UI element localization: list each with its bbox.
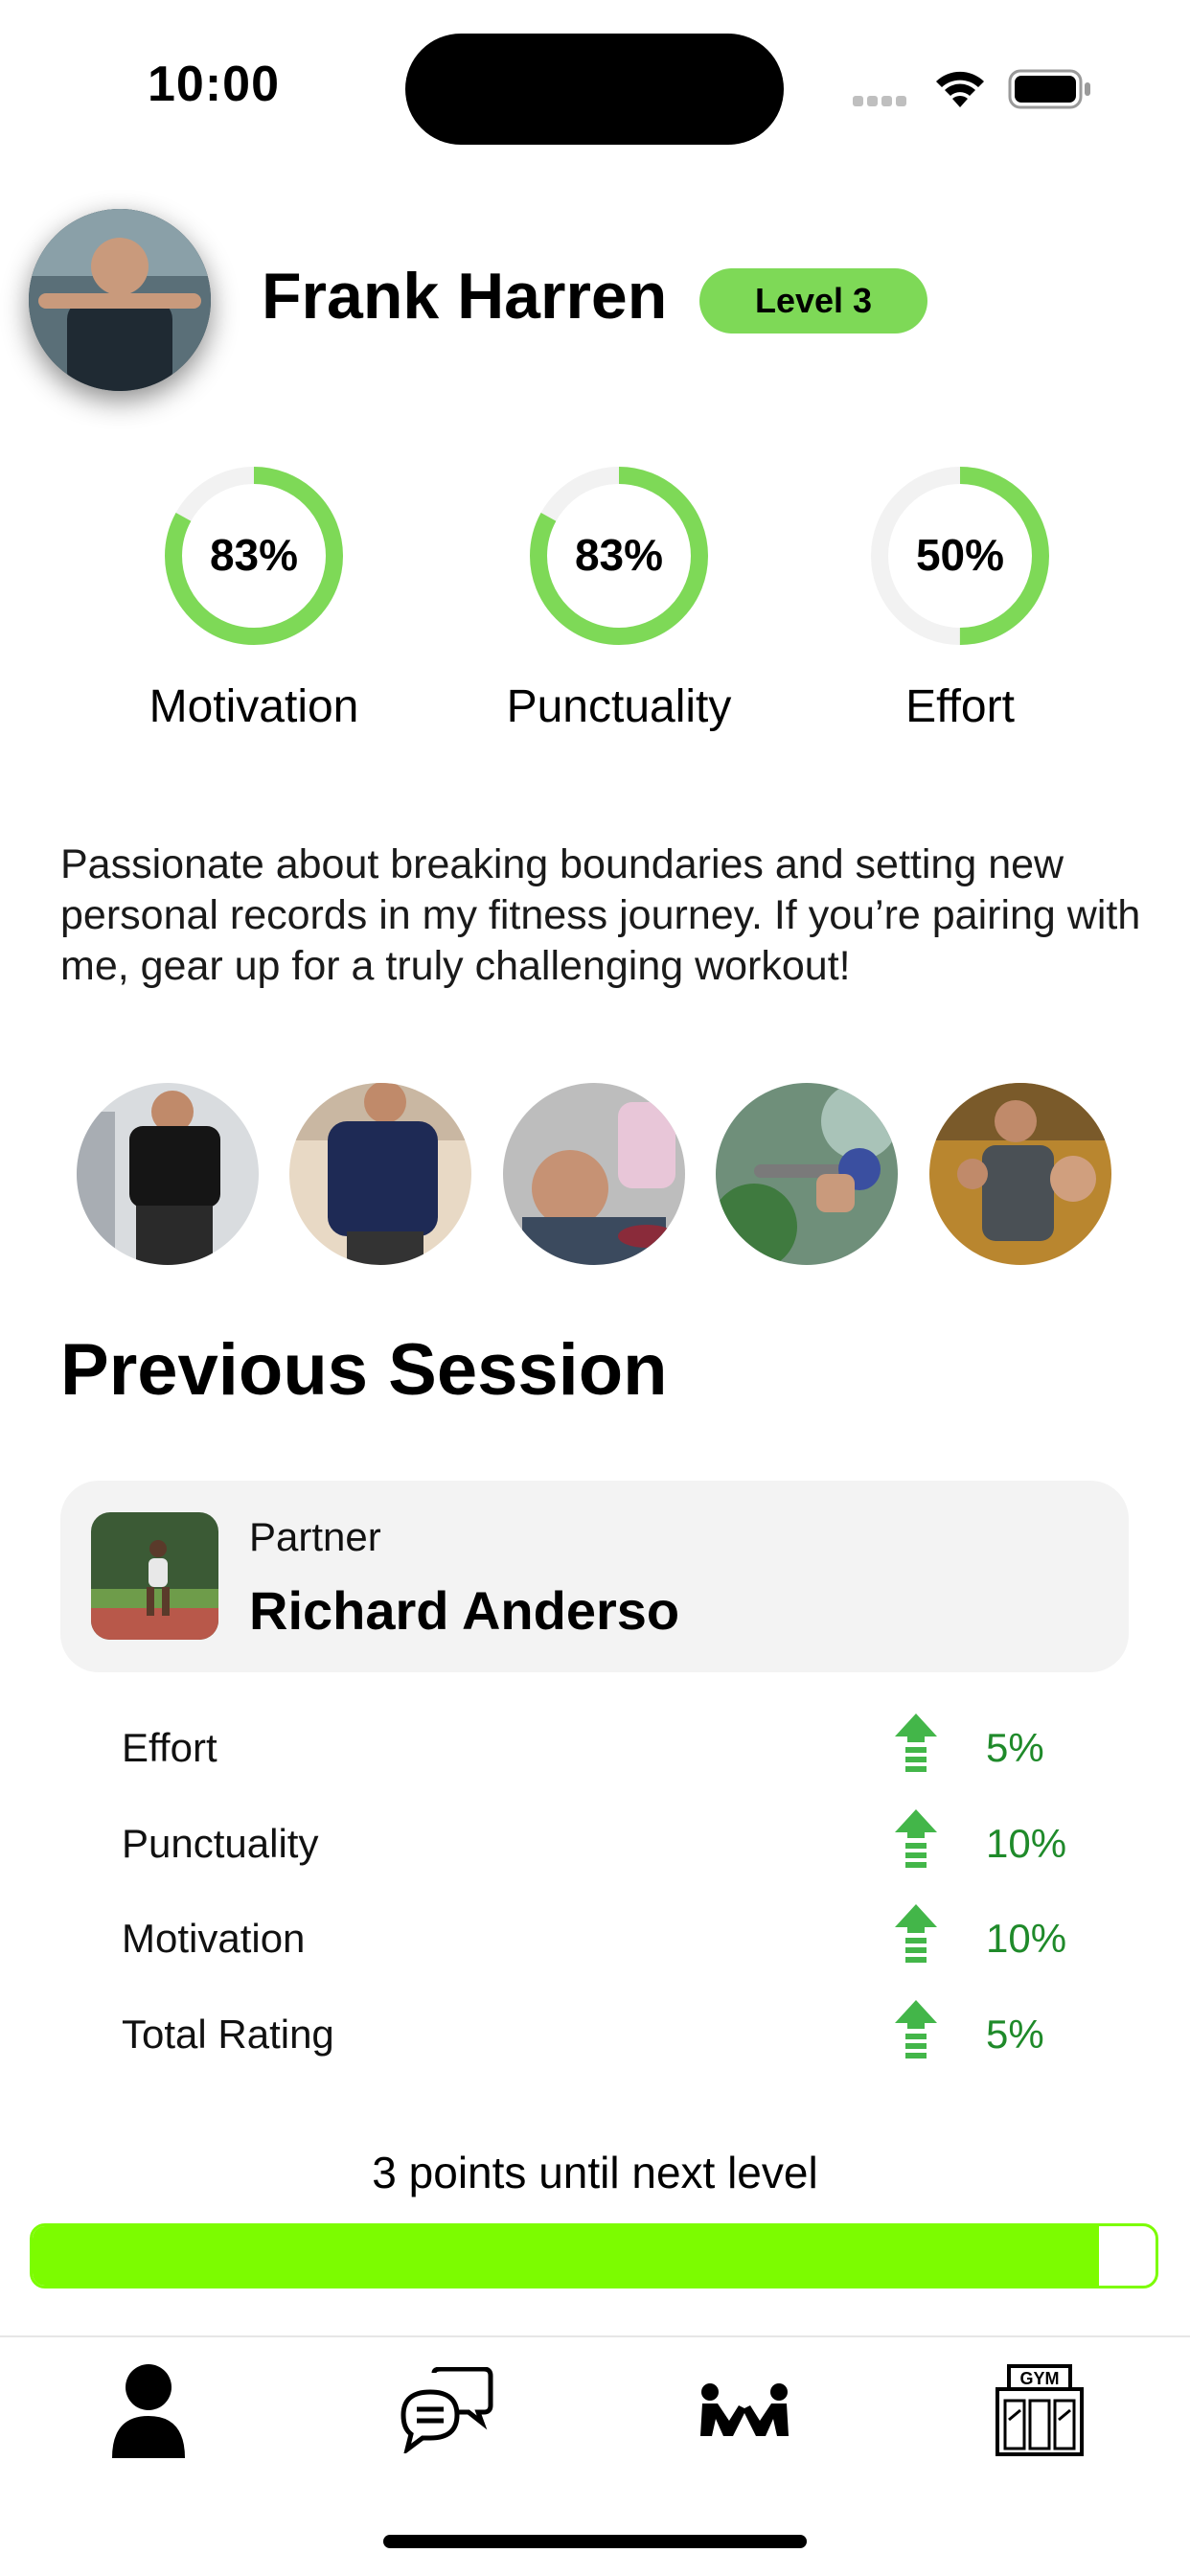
stat-row-effort: Effort 5%	[122, 1714, 1080, 1782]
profile-avatar[interactable]	[29, 209, 211, 391]
gym-icon: GYM	[995, 2364, 1084, 2456]
cellular-signal-icon	[853, 94, 910, 111]
gallery-photo-5[interactable]	[929, 1083, 1111, 1265]
effort-ring: 50%	[869, 465, 1051, 652]
punctuality-percent: 83%	[575, 530, 663, 580]
effort-label: Effort	[905, 681, 1015, 732]
stat-row-motivation: Motivation 10%	[122, 1904, 1080, 1973]
stat-label: Effort	[122, 1725, 217, 1770]
motivation-label: Motivation	[149, 681, 359, 732]
partner-label: Partner	[249, 1514, 381, 1559]
stat-label: Punctuality	[122, 1821, 319, 1866]
tab-profile[interactable]	[96, 2358, 201, 2463]
level-badge: Level 3	[699, 268, 927, 334]
workout-icon	[700, 2383, 789, 2436]
partner-name: Richard Anderso	[249, 1580, 680, 1641]
person-icon	[112, 2364, 185, 2458]
tab-gym[interactable]: GYM	[987, 2358, 1092, 2463]
stat-change: 10%	[986, 1821, 1067, 1866]
motivation-percent: 83%	[210, 530, 298, 580]
wifi-icon	[936, 71, 984, 107]
level-progress-bar	[30, 2223, 1158, 2288]
stat-change: 10%	[986, 1916, 1067, 1961]
arrow-up-icon	[895, 1714, 937, 1772]
chat-bubbles-icon	[400, 2367, 493, 2453]
arrow-up-icon	[895, 1904, 937, 1963]
stat-label: Motivation	[122, 1916, 306, 1961]
gallery-photo-4[interactable]	[716, 1083, 898, 1265]
motivation-ring: 83%	[163, 465, 345, 652]
tab-bar-divider	[0, 2335, 1190, 2337]
profile-bio: Passionate about breaking boundaries and…	[60, 841, 1141, 989]
stat-row-punctuality: Punctuality 10%	[122, 1809, 1080, 1878]
arrow-up-icon	[895, 2000, 937, 2058]
user-name: Frank Harren	[262, 260, 668, 333]
gallery-photo-1[interactable]	[77, 1083, 259, 1265]
status-time: 10:00	[148, 57, 280, 112]
gallery-photo-2[interactable]	[289, 1083, 471, 1265]
svg-text:GYM: GYM	[1019, 2369, 1059, 2388]
battery-icon	[1008, 69, 1090, 109]
points-until-next-level: 3 points until next level	[372, 2148, 818, 2197]
tab-chats[interactable]	[393, 2358, 498, 2463]
stat-change: 5%	[986, 1725, 1044, 1770]
tab-workout-partners[interactable]	[692, 2358, 797, 2463]
partner-card[interactable]	[60, 1481, 1129, 1672]
home-indicator[interactable]	[383, 2535, 807, 2548]
stat-row-total-rating: Total Rating 5%	[122, 2000, 1080, 2069]
stat-change: 5%	[986, 2012, 1044, 2057]
punctuality-ring: 83%	[528, 465, 710, 652]
gallery-photo-3[interactable]	[503, 1083, 685, 1265]
stat-label: Total Rating	[122, 2012, 334, 2057]
level-progress-fill	[33, 2226, 1100, 2286]
arrow-up-icon	[895, 1809, 937, 1868]
effort-percent: 50%	[916, 530, 1004, 580]
previous-session-title: Previous Session	[60, 1329, 668, 1411]
punctuality-label: Punctuality	[506, 681, 732, 732]
partner-photo	[91, 1512, 218, 1640]
dynamic-island	[405, 34, 784, 145]
